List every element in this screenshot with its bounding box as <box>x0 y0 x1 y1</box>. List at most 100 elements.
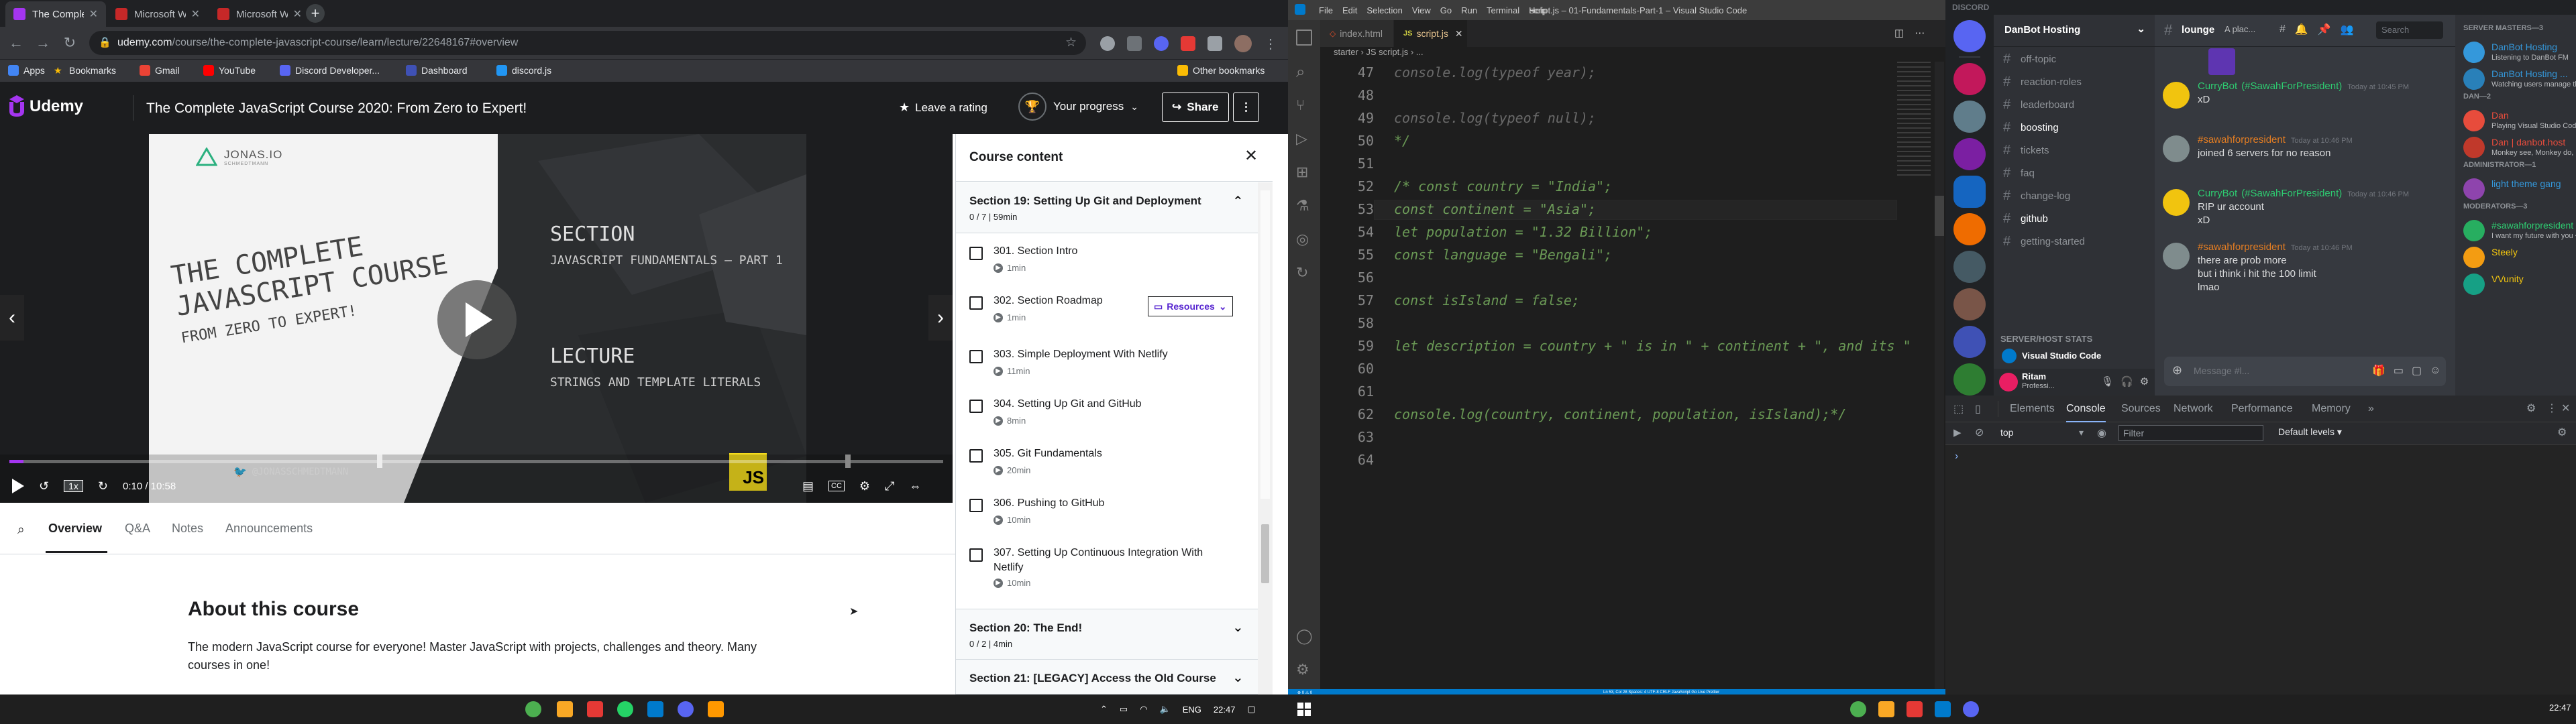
new-tab-button[interactable]: + <box>306 4 325 23</box>
tab-performance[interactable]: Performance <box>2231 396 2293 422</box>
next-lecture-button[interactable]: › <box>928 295 953 341</box>
inspect-element-icon[interactable]: ⬚ <box>1953 402 1964 416</box>
browser-tab-word-2[interactable]: Microsoft Word - all-coding-cha ✕ <box>209 1 310 27</box>
channel-item[interactable]: # getting-started <box>2003 232 2085 251</box>
sidebar-toggle-icon[interactable]: ▶ <box>1953 426 1962 438</box>
clear-console-icon[interactable]: ⊘ <box>1975 426 1984 439</box>
settings-gear-icon[interactable]: ⚙ <box>859 479 870 493</box>
lesson-checkbox[interactable] <box>969 350 983 363</box>
discord-taskbar-icon[interactable] <box>678 701 694 717</box>
previous-lecture-button[interactable]: ‹ <box>0 295 24 341</box>
panel-scrollbar[interactable] <box>1258 182 1273 695</box>
lesson-checkbox[interactable] <box>969 296 983 310</box>
tab-notes[interactable]: Notes <box>172 522 203 536</box>
language-indicator[interactable]: ENG <box>1183 705 1201 715</box>
chat-message[interactable]: CurryBot (#SawahForPresident) Today at 10:… <box>2155 79 2450 133</box>
bookmark-youtube[interactable]: YouTube <box>203 65 256 76</box>
sticker-icon[interactable]: ▢ <box>2412 364 2422 377</box>
bookmark-discordjs[interactable]: discord.js <box>496 65 551 76</box>
chevron-up-icon[interactable]: ⌃ <box>1232 193 1244 210</box>
gift-icon[interactable]: 🎁 <box>2372 364 2385 377</box>
forward-arrow-icon[interactable]: → <box>34 34 52 52</box>
volume-icon[interactable]: 🔈 <box>1160 704 1171 715</box>
more-actions-icon[interactable]: ⋯ <box>1915 27 1925 39</box>
vscode-taskbar-icon[interactable] <box>647 701 663 717</box>
tab-elements[interactable]: Elements <box>2010 396 2055 422</box>
channel-item[interactable]: # boosting <box>2003 118 2059 137</box>
menu-item[interactable]: View <box>1412 5 1431 15</box>
source-control-icon[interactable]: ⑂ <box>1296 97 1305 114</box>
extension-icon[interactable] <box>1100 36 1115 51</box>
chrome-taskbar-icon[interactable] <box>1850 701 1866 717</box>
tab-index-html[interactable]: ◇ index.html <box>1320 20 1394 47</box>
lesson-item[interactable]: 306. Pushing to GitHub ▶ 10min <box>956 485 1258 535</box>
testing-icon[interactable]: ⚗ <box>1296 197 1309 215</box>
tab-sources[interactable]: Sources <box>2121 396 2161 422</box>
playback-speed-button[interactable]: 1x <box>64 480 83 492</box>
avatar[interactable] <box>2463 137 2485 158</box>
close-tab-icon[interactable]: ✕ <box>191 7 200 21</box>
eye-icon[interactable]: ◉ <box>2097 426 2106 440</box>
server-danbot-icon[interactable] <box>1953 176 1986 208</box>
channel-item[interactable]: # github <box>2003 209 2048 228</box>
extension-icon[interactable] <box>1127 36 1142 51</box>
wifi-icon[interactable]: ◠ <box>1140 704 1147 715</box>
message-author[interactable]: #sawahforpresident Today at 10:46 PM <box>2198 241 2353 253</box>
avatar[interactable] <box>2163 135 2190 162</box>
more-tabs-icon[interactable]: » <box>2368 396 2374 422</box>
omnibox[interactable]: 🔒 udemy.com/course/the-complete-javascri… <box>89 31 1086 55</box>
member-item[interactable]: #sawahforpresident I want my future with … <box>2463 217 2576 247</box>
menu-item[interactable]: File <box>1319 5 1333 15</box>
avatar[interactable] <box>2163 189 2190 216</box>
bookmark-dashboard[interactable]: Dashboard <box>406 65 468 76</box>
log-levels-dropdown[interactable]: Default levels ▾ <box>2278 426 2342 438</box>
lesson-item[interactable]: 304. Setting Up Git and GitHub ▶ 8min <box>956 386 1258 436</box>
members-icon[interactable]: 👥 <box>2341 23 2354 36</box>
explorer-icon[interactable] <box>1296 29 1312 46</box>
search-icon[interactable]: ⌕ <box>1296 63 1305 82</box>
server-icon[interactable] <box>1953 63 1986 95</box>
server-icon[interactable] <box>1953 251 1986 283</box>
section-20-header[interactable]: Section 20: The End! 0 / 2 | 4min ⌄ <box>956 609 1258 660</box>
bookmark-star-icon[interactable]: ☆ <box>1065 31 1077 55</box>
explorer-taskbar-icon[interactable] <box>1878 701 1894 717</box>
server-icon[interactable] <box>1953 326 1986 358</box>
server-icon[interactable] <box>1953 288 1986 320</box>
chat-message[interactable]: #sawahforpresident Today at 10:46 PM joine… <box>2155 133 2450 186</box>
your-progress-button[interactable]: 🏆 Your progress ⌄ <box>1018 93 1138 121</box>
close-tab-icon[interactable]: ✕ <box>293 7 302 21</box>
section-19-header[interactable]: Section 19: Setting Up Git and Deploymen… <box>956 182 1258 233</box>
member-item[interactable]: Dan | danbot.host Monkey see, Monkey do, … <box>2463 134 2576 164</box>
channel-item[interactable]: # reaction-roles <box>2003 72 2082 91</box>
channel-item[interactable]: # leaderboard <box>2003 95 2074 114</box>
chevron-down-icon[interactable]: ⌄ <box>1232 669 1244 686</box>
avatar[interactable] <box>2463 220 2485 241</box>
battery-icon[interactable]: ▭ <box>1120 704 1128 715</box>
member-item[interactable]: Steely <box>2463 244 2576 274</box>
chat-message[interactable]: #sawahforpresident Today at 10:46 PM there… <box>2155 240 2450 294</box>
reload-icon[interactable]: ↻ <box>60 34 79 52</box>
chevron-down-icon[interactable]: ⌄ <box>1232 619 1244 636</box>
breadcrumb[interactable]: starter › JS script.js › ... <box>1320 47 1945 62</box>
browser-tab-word-1[interactable]: Microsoft Word - assignments-jav ✕ <box>107 1 208 27</box>
clock[interactable]: 22:47 <box>1214 705 1236 715</box>
tab-announcements[interactable]: Announcements <box>225 522 313 536</box>
server-icon[interactable] <box>1953 213 1986 245</box>
console-prompt-icon[interactable]: › <box>1955 450 1958 463</box>
channel-item[interactable]: # faq <box>2003 164 2035 182</box>
search-icon[interactable]: ⌕ <box>17 523 25 538</box>
avatar[interactable] <box>1999 373 2018 391</box>
video-player[interactable]: JONAS.IO SCHMEDTMANN THE COMPLETE JAVASC… <box>0 134 953 503</box>
tab-overview[interactable]: Overview <box>48 522 102 536</box>
menu-item[interactable]: Edit <box>1342 5 1357 15</box>
emoji-icon[interactable]: ☺ <box>2430 365 2440 377</box>
message-author[interactable]: #sawahforpresident Today at 10:46 PM <box>2198 134 2353 145</box>
account-icon[interactable]: ◯ <box>1296 627 1313 645</box>
avatar[interactable] <box>2463 178 2485 200</box>
rewind-5-icon[interactable]: ↺ <box>39 479 49 493</box>
app-taskbar-icon[interactable] <box>587 701 603 717</box>
voice-activity[interactable]: Visual Studio Code <box>1994 346 2155 366</box>
avatar[interactable] <box>2463 274 2485 295</box>
notification-icon[interactable]: ▢ <box>1247 704 1255 715</box>
avatar[interactable] <box>2463 68 2485 90</box>
